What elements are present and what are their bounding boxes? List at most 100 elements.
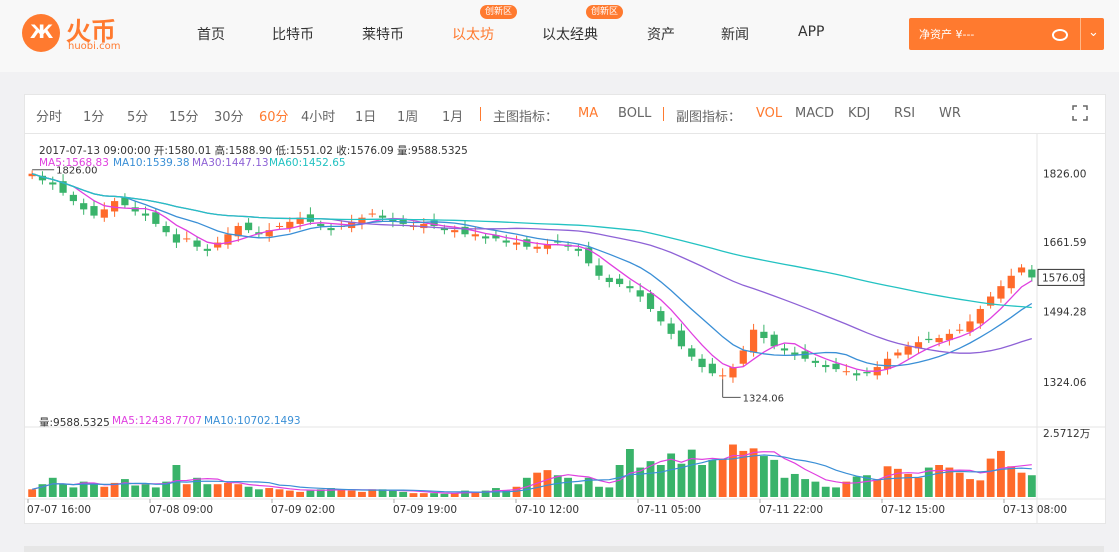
nav-litecoin[interactable]: 莱特币 [362,24,404,44]
volume-bar [399,491,408,497]
candle-body [162,225,170,233]
net-assets-label: 净资产 ¥--- [919,28,975,41]
candle-body [698,358,706,368]
indicator-kdj[interactable]: KDJ [848,106,870,121]
volume-bar [388,490,397,497]
candle-body [791,352,799,355]
volume-bar [770,459,779,497]
period-15min[interactable]: 15分 [169,106,199,125]
volume-bar [419,493,428,497]
indicator-vol[interactable]: VOL [756,106,782,121]
candle-body [141,213,150,216]
asset-divider [1080,18,1081,50]
candle-body [378,215,387,218]
time-tick-label: 07-13 08:00 [1003,504,1067,516]
indicator-macd[interactable]: MACD [795,106,834,121]
volume-bar [790,473,799,497]
candle-body [780,348,789,351]
volume-bar [708,459,717,497]
lower-panel-edge [24,546,1104,552]
candle-body [657,311,665,322]
volume-bar [254,489,263,497]
time-tick-label: 07-09 19:00 [393,504,457,516]
main-indicator-label: 主图指标： [493,110,559,125]
indicator-rsi[interactable]: RSI [894,106,915,121]
volume-bar [986,458,995,497]
volume-bar [955,472,964,497]
candle-body [997,286,1005,299]
volume-bar [883,466,892,497]
volume-bar [296,491,305,497]
period-5min[interactable]: 5分 [127,106,148,125]
period-1week[interactable]: 1周 [397,106,418,125]
volume-bar [440,493,449,497]
volume-bar [1017,472,1026,497]
hide-eye-icon[interactable] [1052,29,1068,41]
period-30min[interactable]: 30分 [214,106,244,125]
chevron-down-icon[interactable]: ⌄ [1088,25,1099,40]
huobi-logo[interactable]: Ж 火币 huobi.com [22,14,122,54]
nav-app[interactable]: APP [798,24,824,40]
volume-bar [285,490,294,497]
volume-bar [347,490,356,497]
candle-body [646,293,655,309]
candle-body [327,228,335,231]
volume-bar [100,486,109,497]
indicator-boll[interactable]: BOLL [618,106,651,121]
candle-body [956,329,964,331]
volume-bar [574,484,583,497]
period-timeline[interactable]: 分时 [36,106,62,125]
indicator-ma[interactable]: MA [578,106,598,121]
candle-body [595,265,603,276]
period-1month[interactable]: 1月 [442,106,463,125]
candle-body [574,248,582,251]
volume-bar [553,475,562,497]
nav-home[interactable]: 首页 [197,24,225,44]
time-tick-label: 07-11 05:00 [637,504,701,516]
candle-body [636,290,644,297]
nav-bitcoin[interactable]: 比特币 [272,24,314,44]
candle-body [471,234,479,237]
volume-bar [821,486,830,497]
period-1day[interactable]: 1日 [355,106,376,125]
candle-body [193,240,201,247]
volume-bar [1007,466,1016,497]
vol-ma10-line [32,454,1032,493]
nav-news[interactable]: 新闻 [721,24,749,44]
last-price-label: 1576.09 [1042,272,1085,284]
volume-bar [759,456,768,497]
ma30-line [32,173,1032,354]
net-assets-button[interactable]: 净资产 ¥--- ⌄ [909,18,1104,50]
volume-bar [543,470,552,497]
volume-bar [409,493,418,497]
candle-body [811,360,820,363]
candle-body [667,323,675,334]
volume-bar [873,479,882,497]
period-4hour[interactable]: 4小时 [301,106,335,125]
ma10-line [32,173,1033,367]
nav-assets[interactable]: 资产 [647,24,675,44]
candle-body [976,308,984,324]
time-tick-label: 07-08 09:00 [149,504,213,516]
volume-bar [90,484,98,497]
volume-bar [718,458,727,497]
kline-chart[interactable]: 1826.00 1324.06 1826.00 1661.59 1494.28 1324.… [25,133,1105,523]
candle-body [1017,267,1026,273]
volume-bar [935,465,944,497]
candle-body [626,286,634,289]
candle-body [853,373,861,376]
nav-ethereum[interactable]: 以太坊 [452,24,494,44]
period-60min[interactable]: 60分 [259,106,289,125]
candle-body [749,329,758,353]
candle-body [842,371,850,373]
indicator-wr[interactable]: WR [939,106,961,121]
candle-body [677,330,686,347]
nav-ethereum-classic[interactable]: 以太经典 [542,24,598,44]
candle-body [482,236,490,239]
period-1min[interactable]: 1分 [83,106,104,125]
fullscreen-icon[interactable] [1072,105,1088,121]
candle-body [172,234,181,243]
candle-body [832,363,840,370]
kline-panel: 分时 1分 5分 15分 30分 60分 4小时 1日 1周 1月 主图指标： … [24,94,1106,524]
volume-bar [234,484,243,497]
